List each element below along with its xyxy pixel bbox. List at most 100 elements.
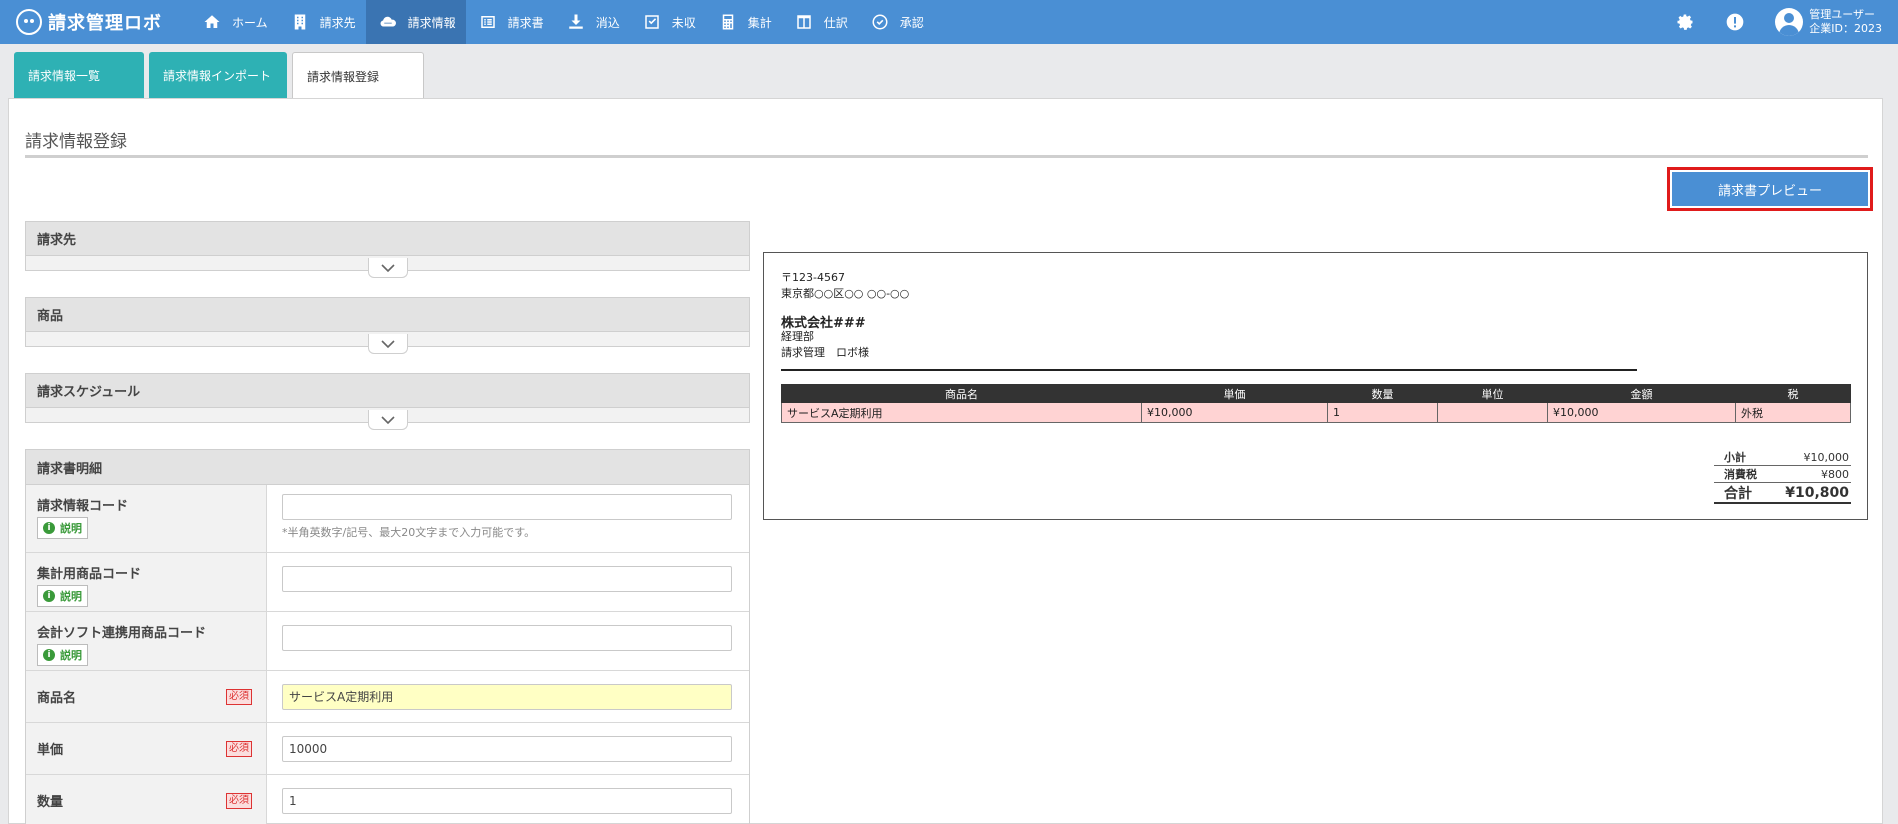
nav-home[interactable]: ホーム [190,0,278,44]
row-unit-price: 単価 必須 [26,723,749,775]
section-billing-to-footer [25,256,750,278]
quantity-label: 数量 [37,795,64,810]
explain-label: 説明 [60,590,82,603]
cell-amount: ¥10,000 [1547,402,1736,423]
invoice-preview-button[interactable]: 請求書プレビュー [1672,172,1868,206]
unit-price-label: 単価 [37,743,64,758]
unit-price-input[interactable] [282,735,732,762]
nav-billing-to[interactable]: 請求先 [278,0,366,44]
section-product-footer [25,332,750,354]
expand-billing-to-button[interactable] [368,258,408,278]
aggregate-code-label-cell: 集計用商品コード i 説明 [26,553,267,611]
nav-aggregate[interactable]: 集計 [706,0,782,44]
invoice-preview: 〒123-4567 東京都○○区○○ ○○-○○ 株式会社### 経理部 請求管… [763,252,1868,520]
tax-row: 消費税 ¥800 [1714,466,1851,483]
accounting-code-input[interactable] [282,625,732,651]
nav-approval[interactable]: 承認 [858,0,934,44]
col-tax: 税 [1735,384,1851,403]
aggregate-code-label: 集計用商品コード [37,567,142,582]
title-divider [25,155,1868,158]
expand-schedule-button[interactable] [368,410,408,430]
nav-invoice[interactable]: 請求書 [466,0,554,44]
col-unit-price: 単価 [1141,384,1328,403]
required-badge: 必須 [226,792,252,809]
billing-code-explain-button[interactable]: i 説明 [37,517,88,539]
invoice-items-table: 商品名 単価 数量 単位 金額 税 サービスA定期利用 ¥10,000 1 ¥1… [781,384,1851,423]
page-tabs: 請求情報一覧 請求情報インポート 請求情報登録 [14,52,429,99]
explain-label: 説明 [60,522,82,535]
total-value: ¥10,800 [1785,484,1849,501]
cell-tax: 外税 [1735,402,1851,423]
aggregate-code-value-cell [267,553,749,611]
billing-code-value-cell: *半角英数字/記号、最大20文字まで入力可能です。 [267,485,749,552]
row-accounting-code: 会計ソフト連携用商品コード i 説明 [26,612,749,671]
quantity-input[interactable] [282,787,732,814]
section-billing-to: 請求先 [25,221,750,278]
cell-unit-price: ¥10,000 [1141,402,1328,423]
robot-logo-icon [16,9,42,35]
col-unit: 単位 [1437,384,1548,403]
alert-icon[interactable] [1725,12,1745,32]
main-nav: ホーム 請求先 請求情報 請求書 消込 未収 集計 仕訳 承認 [190,0,934,44]
user-menu[interactable]: 管理ユーザー 企業ID：2023 [1775,8,1882,36]
row-billing-code: 請求情報コード i 説明 *半角英数字/記号、最大20文字まで入力可能です。 [26,485,749,553]
nav-approval-label: 承認 [899,15,924,30]
aggregate-code-input[interactable] [282,566,732,592]
accounting-code-label: 会計ソフト連携用商品コード [37,626,207,641]
page-title: 請求情報登録 [25,132,127,152]
user-info: 管理ユーザー 企業ID：2023 [1809,8,1882,36]
cloud-icon [378,12,398,32]
row-quantity: 数量 必須 [26,775,749,824]
invoice-preview-highlight: 請求書プレビュー [1667,167,1873,211]
app-name: 請求管理ロボ [48,13,162,34]
nav-aggregate-label: 集計 [747,15,772,30]
product-name-input[interactable] [282,683,732,710]
cell-quantity: 1 [1327,402,1438,423]
user-avatar-icon [1775,8,1804,36]
home-icon [202,12,222,32]
billing-code-hint: *半角英数字/記号、最大20文字まで入力可能です。 [282,526,536,539]
nav-journal[interactable]: 仕訳 [782,0,858,44]
section-detail-header: 請求書明細 [26,450,749,485]
check-circle-icon [870,12,890,32]
required-badge: 必須 [226,740,252,757]
product-name-label: 商品名 [37,691,77,706]
billing-code-input[interactable] [282,494,732,520]
section-schedule: 請求スケジュール [25,373,750,430]
tab-billing-import[interactable]: 請求情報インポート [149,52,287,98]
tab-billing-list[interactable]: 請求情報一覧 [14,52,144,98]
info-icon: i [43,522,55,534]
tab-billing-register[interactable]: 請求情報登録 [292,52,424,99]
billing-code-label-cell: 請求情報コード i 説明 [26,485,267,552]
section-schedule-header[interactable]: 請求スケジュール [25,373,750,408]
unit-price-label-cell: 単価 必須 [26,723,267,774]
invoice-detail-form: 請求書明細 請求情報コード i 説明 *半角英数字/記号、最大20文字まで入力可能… [25,449,750,824]
aggregate-code-explain-button[interactable]: i 説明 [37,585,88,607]
nav-reconcile[interactable]: 消込 [554,0,630,44]
col-product-name: 商品名 [781,384,1142,403]
row-product-name: 商品名 必須 [26,671,749,723]
accounting-code-explain-button[interactable]: i 説明 [37,644,88,666]
col-amount: 金額 [1547,384,1736,403]
accounting-code-label-cell: 会計ソフト連携用商品コード i 説明 [26,612,267,670]
chevron-down-icon [381,339,395,348]
quantity-label-cell: 数量 必須 [26,775,267,824]
nav-billing-info-label: 請求情報 [407,15,456,30]
section-product: 商品 [25,297,750,354]
info-icon: i [43,649,55,661]
billing-code-label: 請求情報コード [37,499,129,514]
nav-billing-info[interactable]: 請求情報 [365,0,466,44]
product-name-label-cell: 商品名 必須 [26,671,267,722]
tax-value: ¥800 [1821,467,1849,481]
gear-icon[interactable] [1675,12,1695,32]
expand-product-button[interactable] [368,334,408,354]
section-billing-to-header[interactable]: 請求先 [25,221,750,256]
nav-right: 管理ユーザー 企業ID：2023 [1675,0,1898,44]
app-logo[interactable]: 請求管理ロボ [0,9,190,35]
quantity-value-cell [267,775,749,824]
nav-unpaid[interactable]: 未収 [630,0,706,44]
section-product-header[interactable]: 商品 [25,297,750,332]
cell-unit [1437,402,1548,423]
street-address: 東京都○○区○○ ○○-○○ [781,287,910,300]
nav-journal-label: 仕訳 [823,15,848,30]
